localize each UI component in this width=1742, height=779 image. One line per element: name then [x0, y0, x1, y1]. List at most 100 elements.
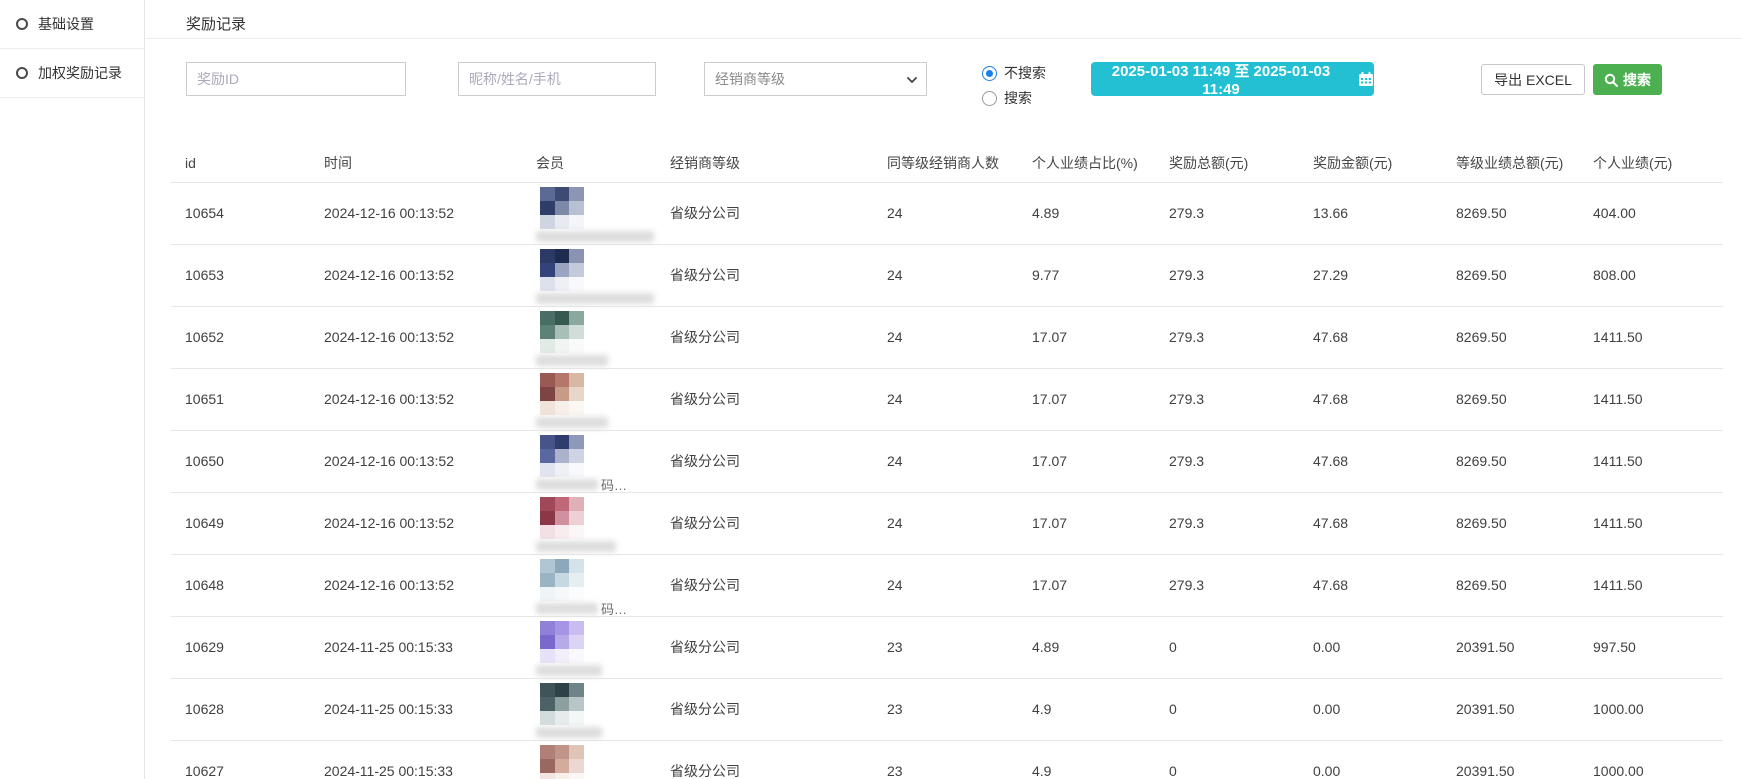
sidebar-item-weighted-reward-records[interactable]: 加权奖励记录 [0, 49, 144, 98]
search-button-label: 搜索 [1623, 70, 1651, 90]
member-info [536, 369, 670, 430]
cell-reward-total: 279.3 [1169, 554, 1313, 616]
member-name [536, 664, 670, 678]
date-range-picker-button[interactable]: 2025-01-03 11:49 至 2025-01-03 11:49 [1091, 62, 1374, 96]
cell-dealer-level: 省级分公司 [670, 740, 887, 779]
cell-personal-performance: 997.50 [1593, 616, 1723, 678]
column-header: 经销商等级 [670, 145, 887, 182]
cell-reward-amount: 13.66 [1313, 182, 1456, 244]
cell-member: 码… [536, 554, 670, 616]
cell-member: 码… [536, 430, 670, 492]
cell-member [536, 492, 670, 554]
member-name-blur [536, 355, 608, 366]
cell-peer-count: 23 [887, 740, 1032, 779]
table-row[interactable]: 10653 2024-12-16 00:13:52 省级分公司 24 9.77 … [171, 244, 1723, 306]
cell-personal-performance: 1411.50 [1593, 430, 1723, 492]
cell-id: 10628 [171, 678, 324, 740]
table-row[interactable]: 10649 2024-12-16 00:13:52 省级分公司 24 17.07… [171, 492, 1723, 554]
cell-peer-count: 24 [887, 306, 1032, 368]
table-row[interactable]: 10627 2024-11-25 00:15:33 省级分公司 23 4.9 0… [171, 740, 1723, 779]
cell-dealer-level: 省级分公司 [670, 430, 887, 492]
member-avatar [540, 621, 584, 663]
member-avatar [540, 559, 584, 601]
cell-id: 10648 [171, 554, 324, 616]
date-range-text: 2025-01-03 11:49 至 2025-01-03 11:49 [1091, 60, 1351, 98]
table-row[interactable]: 10652 2024-12-16 00:13:52 省级分公司 24 17.07… [171, 306, 1723, 368]
radio-selected-icon[interactable] [982, 66, 997, 81]
cell-personal-ratio: 4.89 [1032, 616, 1169, 678]
cell-personal-ratio: 17.07 [1032, 306, 1169, 368]
member-avatar [540, 373, 584, 415]
cell-dealer-level: 省级分公司 [670, 244, 887, 306]
cell-dealer-level: 省级分公司 [670, 492, 887, 554]
column-header: 个人业绩占比(%) [1032, 145, 1169, 182]
cell-personal-ratio: 17.07 [1032, 368, 1169, 430]
table-row[interactable]: 10648 2024-12-16 00:13:52 码… 省级分公司 24 17… [171, 554, 1723, 616]
table-row[interactable]: 10628 2024-11-25 00:15:33 省级分公司 23 4.9 0… [171, 678, 1723, 740]
member-name [536, 416, 670, 430]
sidebar-item-label: 基础设置 [38, 14, 94, 34]
cell-reward-total: 0 [1169, 616, 1313, 678]
cell-level-total: 8269.50 [1456, 368, 1593, 430]
table-row[interactable]: 10651 2024-12-16 00:13:52 省级分公司 24 17.07… [171, 368, 1723, 430]
cell-dealer-level: 省级分公司 [670, 368, 887, 430]
cell-reward-total: 0 [1169, 678, 1313, 740]
cell-personal-performance: 1411.50 [1593, 554, 1723, 616]
radio-no-search[interactable]: 不搜索 [982, 63, 1046, 83]
cell-member [536, 244, 670, 306]
radio-no-search-label: 不搜索 [1004, 63, 1046, 83]
radio-unselected-icon[interactable] [982, 91, 997, 106]
cell-personal-ratio: 17.07 [1032, 430, 1169, 492]
member-name [536, 726, 670, 740]
member-avatar [540, 311, 584, 353]
cell-personal-ratio: 4.89 [1032, 182, 1169, 244]
cell-reward-amount: 47.68 [1313, 368, 1456, 430]
table-header-row: id时间会员经销商等级同等级经销商人数个人业绩占比(%)奖励总额(元)奖励金额(… [171, 145, 1723, 182]
cell-personal-performance: 1411.50 [1593, 492, 1723, 554]
reward-id-input[interactable] [186, 62, 406, 96]
export-excel-button[interactable]: 导出 EXCEL [1481, 64, 1585, 95]
date-search-radio-group: 不搜索 搜索 [982, 63, 1046, 113]
cell-personal-performance: 1000.00 [1593, 678, 1723, 740]
cell-reward-total: 279.3 [1169, 182, 1313, 244]
calendar-icon [1358, 71, 1374, 87]
member-name: 码… [536, 602, 670, 616]
cell-dealer-level: 省级分公司 [670, 182, 887, 244]
sidebar-item-basic-settings[interactable]: 基础设置 [0, 0, 144, 49]
search-button[interactable]: 搜索 [1593, 64, 1662, 95]
table-row[interactable]: 10654 2024-12-16 00:13:52 省级分公司 24 4.89 … [171, 182, 1723, 244]
table-row[interactable]: 10629 2024-11-25 00:15:33 省级分公司 23 4.89 … [171, 616, 1723, 678]
cell-level-total: 20391.50 [1456, 678, 1593, 740]
filter-bar: 经销商等级 不搜索 搜索 2025-01-03 11:49 至 2025-01-… [146, 0, 1742, 120]
table-body: 10654 2024-12-16 00:13:52 省级分公司 24 4.89 … [171, 182, 1723, 779]
cell-time: 2024-12-16 00:13:52 [324, 244, 536, 306]
member-name-hint: 码… [601, 475, 627, 494]
cell-level-total: 20391.50 [1456, 740, 1593, 779]
member-info [536, 307, 670, 368]
member-info: 码… [536, 431, 670, 492]
member-name [536, 230, 670, 244]
cell-level-total: 8269.50 [1456, 244, 1593, 306]
member-info [536, 183, 670, 244]
cell-time: 2024-11-25 00:15:33 [324, 740, 536, 779]
cell-time: 2024-12-16 00:13:52 [324, 430, 536, 492]
search-icon [1604, 73, 1618, 87]
cell-member [536, 182, 670, 244]
cell-id: 10649 [171, 492, 324, 554]
member-name-blur [536, 479, 598, 490]
records-table-wrap: id时间会员经销商等级同等级经销商人数个人业绩占比(%)奖励总额(元)奖励金额(… [171, 145, 1717, 779]
cell-time: 2024-12-16 00:13:52 [324, 306, 536, 368]
column-header: 个人业绩(元) [1593, 145, 1723, 182]
member-info [536, 741, 670, 779]
cell-personal-performance: 1000.00 [1593, 740, 1723, 779]
table-row[interactable]: 10650 2024-12-16 00:13:52 码… 省级分公司 24 17… [171, 430, 1723, 492]
cell-reward-total: 0 [1169, 740, 1313, 779]
cell-personal-performance: 1411.50 [1593, 306, 1723, 368]
cell-time: 2024-12-16 00:13:52 [324, 182, 536, 244]
cell-id: 10654 [171, 182, 324, 244]
radio-search-label: 搜索 [1004, 88, 1032, 108]
radio-search[interactable]: 搜索 [982, 88, 1046, 108]
dealer-level-select[interactable]: 经销商等级 [704, 62, 927, 96]
nickname-input[interactable] [458, 62, 656, 96]
cell-time: 2024-11-25 00:15:33 [324, 678, 536, 740]
